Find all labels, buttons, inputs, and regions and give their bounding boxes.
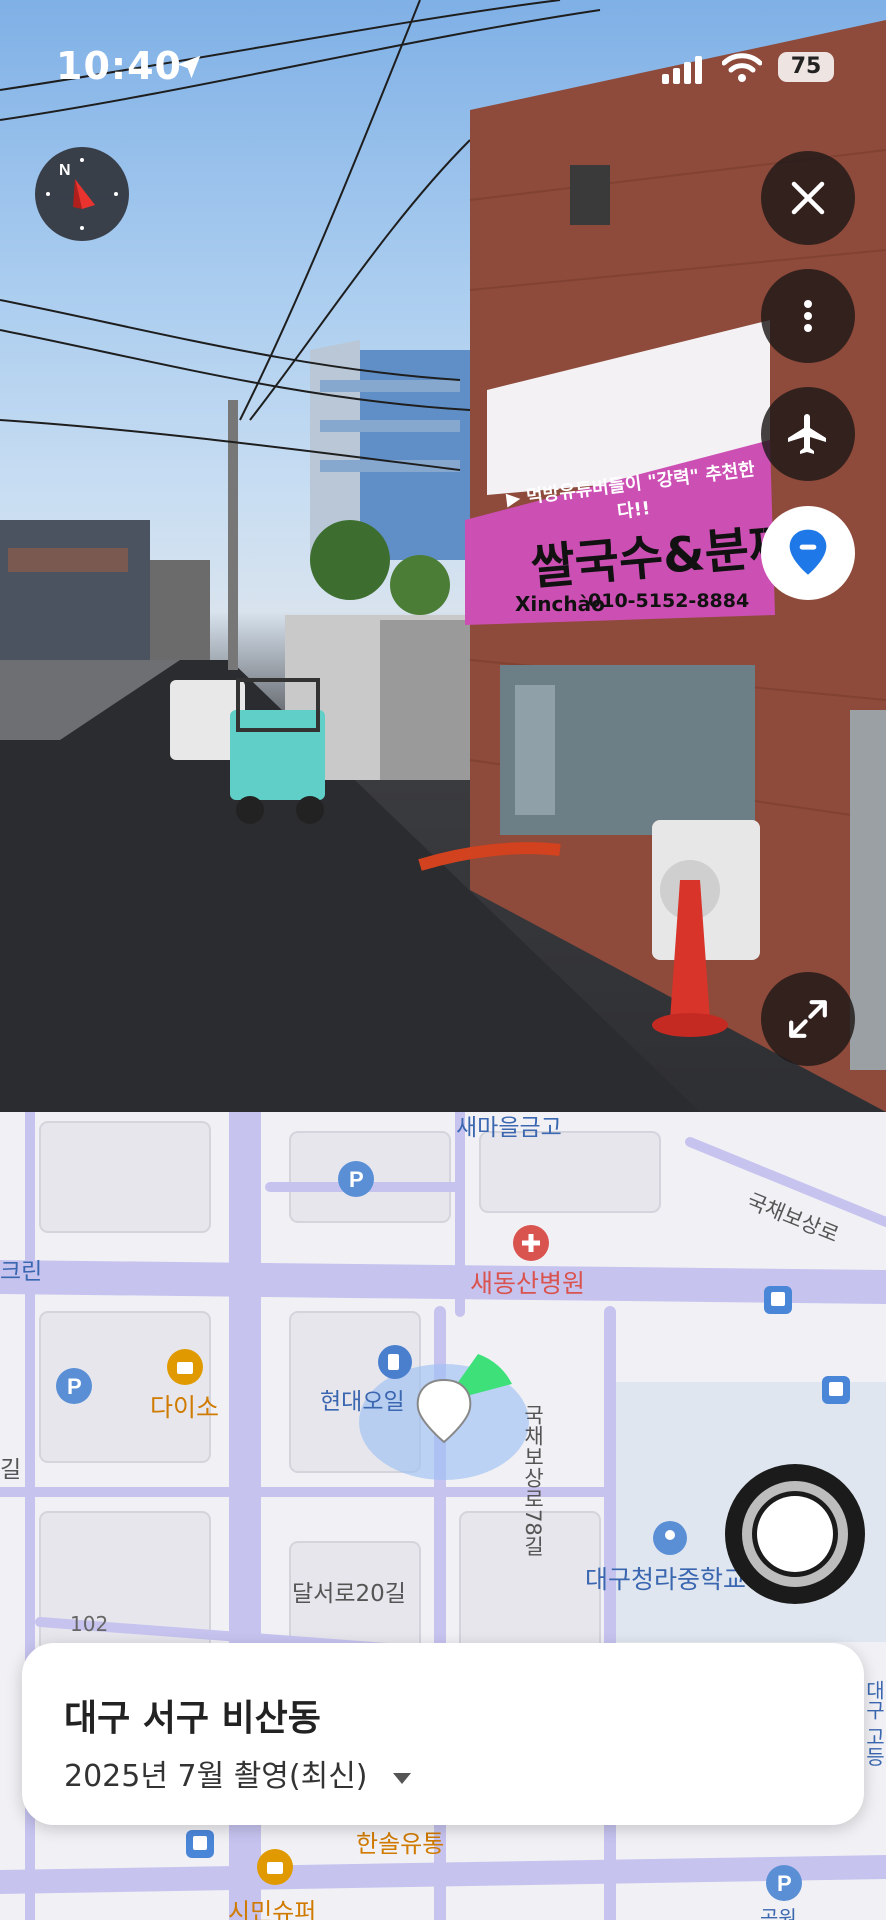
svg-text:P: P <box>777 1871 792 1896</box>
capture-date-label: 2025년 7월 촬영(최신) <box>64 1759 368 1794</box>
signboard-phone: 010-5152-8884 <box>588 590 750 612</box>
capture-date-selector[interactable]: 2025년 7월 촬영(최신) <box>64 1751 413 1795</box>
status-bar: 10:40 75 <box>0 0 886 130</box>
close-button[interactable] <box>761 151 855 245</box>
location-arrow-icon <box>177 55 201 79</box>
svg-text:N: N <box>59 162 71 179</box>
status-time: 10:40 <box>56 44 182 88</box>
street-view-panorama[interactable]: ▶ 먹방유튜버들이 "강력" 추천한다!! 쌀국수&분짜!! Xinchào 0… <box>0 0 886 1112</box>
location-info-card[interactable]: 대구 서구 비산동 2025년 7월 촬영(최신) <box>22 1643 864 1825</box>
signal-icon <box>662 56 702 84</box>
compass-button[interactable]: N <box>35 147 129 241</box>
svg-text:P: P <box>349 1167 364 1192</box>
map-label-hyundai-oil[interactable]: 현대오일 <box>320 1382 405 1416</box>
map-label-simin[interactable]: 시민슈퍼 <box>228 1892 316 1920</box>
bus-stop-icon <box>822 1376 850 1404</box>
location-title: 대구 서구 비산동 <box>64 1698 321 1739</box>
close-icon <box>791 181 825 215</box>
my-location-button[interactable] <box>761 506 855 600</box>
hospital-icon <box>513 1225 549 1261</box>
expand-icon <box>789 1000 827 1038</box>
expand-button[interactable] <box>761 972 855 1066</box>
bus-stop-icon <box>186 1830 214 1858</box>
svg-text:P: P <box>67 1374 82 1399</box>
capture-button[interactable] <box>725 1464 865 1604</box>
shopping-icon <box>167 1349 203 1385</box>
more-options-button[interactable] <box>761 269 855 363</box>
map-label-road-dalseo: 달서로20길 <box>292 1581 406 1607</box>
triangle-down-icon <box>393 1772 412 1784</box>
location-pin-icon <box>789 529 827 575</box>
map-label-102: 102 <box>70 1612 109 1636</box>
store-icon <box>257 1849 293 1885</box>
map-label-krin: 크린 <box>0 1259 43 1285</box>
parking-icon: P <box>766 1865 802 1901</box>
compass-icon: N <box>46 158 118 230</box>
airplane-icon <box>788 414 826 454</box>
map-label-school[interactable]: 대구청라중학교 <box>585 1560 746 1596</box>
flight-mode-button[interactable] <box>761 387 855 481</box>
map-label-saemaeul: 새마을금고 <box>456 1115 562 1141</box>
parking-icon: P <box>338 1161 374 1197</box>
school-icon <box>653 1521 687 1555</box>
map-label-hansol[interactable]: 한솔유통 <box>356 1824 444 1859</box>
battery-indicator: 75 <box>778 52 834 82</box>
more-vertical-icon <box>804 300 812 332</box>
map-label-daiso[interactable]: 다이소 <box>150 1388 219 1424</box>
shutter-icon <box>742 1481 848 1587</box>
map-label-gil: 길 <box>0 1457 22 1483</box>
map-label-gongwon: 공원 <box>760 1906 797 1920</box>
map-label-road-gukchae-78: 국채보상로78길 <box>521 1404 545 1557</box>
gas-station-icon <box>378 1345 412 1379</box>
bus-stop-icon <box>764 1286 792 1314</box>
wifi-icon <box>722 53 762 82</box>
parking-icon: P <box>56 1368 92 1404</box>
map-label-hospital[interactable]: 새동산병원 <box>470 1264 585 1300</box>
